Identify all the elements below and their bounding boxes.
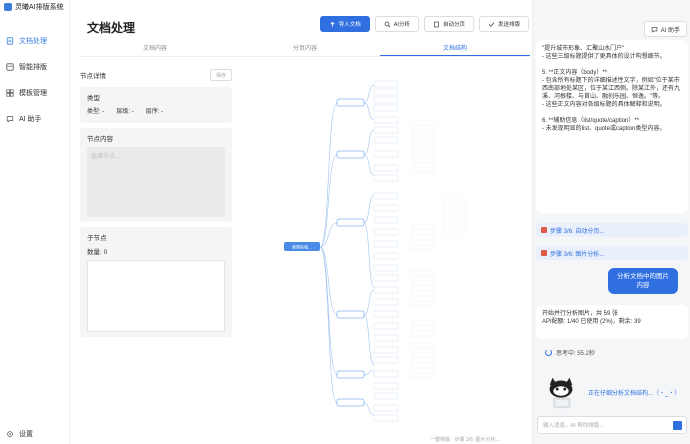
mindmap-level3-nodes[interactable] [411,124,435,379]
ai-message-text: 开始并行分析图片，共 59 张 API配额: 1/40 已使用 (2%)，剩余:… [542,311,641,325]
import-document-button[interactable]: 导入文档 [319,16,370,32]
app-logo-icon [4,3,12,11]
app-name: 灵曦AI排版系统 [15,4,64,11]
children-count: 数量: 0 [87,249,108,256]
children-card: 子节点 数量: 0 [80,227,232,337]
main-area: 文档处理 导入文档 AI分析 自动分页 发送排版 文档内容 分页内容 文档结构 … [70,0,532,444]
button-label: AI分析 [393,22,410,28]
chat-input[interactable]: 输入消息，AI 帮你排版... [537,416,687,434]
chat-icon [651,26,657,33]
loading-spinner-icon [545,349,552,356]
mascot-status-text: 正在仔细分析文档结构...（・_・） [588,391,681,397]
status-bar: 一键排版 · 步骤 3/6: 图片分析... [430,437,500,443]
sidebar-item-layout[interactable]: 智能排版 [0,58,69,76]
auto-paginate-button[interactable]: 自动分页 [423,16,474,32]
sidebar-item-templates[interactable]: 模板管理 [0,84,69,102]
sidebar-item-label: 文档处理 [19,38,47,45]
sidebar-nav: 文档处理 智能排版 模板管理 AI 助手 [0,32,69,128]
chat-icon [6,116,14,123]
children-list [87,260,225,332]
step-label: 步骤 3/6: 图片分析... [550,251,605,258]
sidebar-item-label: 模板管理 [19,90,47,97]
settings-button[interactable]: 设置 [6,428,33,440]
tab-page-content[interactable]: 分页内容 [230,43,380,56]
order-label: 层序: - [145,109,164,115]
content-card: 节点内容 选择节点... [80,128,232,222]
button-label: 发送排版 [497,22,520,28]
node-detail-title: 节点详情 [80,73,106,80]
step-label: 步骤 3/6: 自动分页... [550,228,605,235]
tab-bar: 文档内容 分页内容 文档结构 [80,43,530,57]
cat-mascot-icon [549,377,573,409]
structure-mindmap[interactable]: 原国际城… [282,75,517,425]
content-header: 节点内容 [87,136,113,143]
type-label: 类型: - [87,109,105,115]
send-icon[interactable] [673,421,682,430]
mindmap-level1-nodes[interactable] [336,98,365,407]
children-header: 子节点 [87,235,107,242]
sidebar-item-document[interactable]: 文档处理 [0,32,69,50]
brand: 灵曦AI排版系统 [0,0,69,14]
ai-assistant-button[interactable]: AI 助手 [643,21,687,37]
node-content-textarea[interactable]: 选择节点... [87,147,225,217]
document-icon [6,37,14,45]
mindmap-root-label: 原国际城… [292,244,312,250]
input-placeholder: 输入消息，AI 帮你排版... [543,423,604,429]
sidebar-item-label: 智能排版 [19,64,47,71]
button-label: 导入文档 [338,22,361,28]
sidebar-item-ai[interactable]: AI 助手 [0,110,69,128]
user-message: 分析文档中的图片内容 [608,268,678,294]
robot-icon [541,250,547,256]
page-title: 文档处理 [87,21,136,35]
mindmap-level4-nodes[interactable] [443,196,467,235]
upload-icon [330,21,335,27]
toolbar: 导入文档 AI分析 自动分页 发送排版 [319,16,529,32]
ai-message: "提升城市形象、汇聚山水门户" - 这些三级标题提供了更具体的设计构想细节。 5… [536,40,688,213]
step-indicator[interactable]: 步骤 3/6: 自动分页... [536,223,688,237]
pages-icon [434,21,439,27]
template-icon [6,89,14,97]
layout-icon [6,63,14,71]
ai-analyze-button[interactable]: AI分析 [374,16,419,32]
search-icon [384,21,391,27]
tab-document-content[interactable]: 文档内容 [80,43,230,56]
level-label: 层级: - [116,109,134,115]
ai-message: 开始并行分析图片，共 59 张 API配额: 1/40 已使用 (2%)，剩余:… [536,305,688,339]
save-button[interactable]: 保存 [210,69,232,81]
tab-document-structure[interactable]: 文档结构 [380,43,530,56]
ai-message-text: "提升城市形象、汇聚山水门户" - 这些三级标题提供了更具体的设计构想细节。 5… [542,46,681,132]
node-detail-panel: 节点详情 保存 类型 类型: - 层级: - 层序: - 节点内容 选择节点..… [80,68,232,337]
step-indicator[interactable]: 步骤 3/6: 图片分析... [536,246,688,260]
robot-icon [541,227,547,233]
thinking-label: 思考中: 55.2秒 [556,351,596,357]
type-card: 类型 类型: - 层级: - 层序: - [80,87,232,123]
send-layout-button[interactable]: 发送排版 [478,16,529,32]
button-label: AI 助手 [660,27,680,34]
thinking-indicator: 思考中: 55.2秒 [545,348,595,357]
mindmap-level2-nodes[interactable] [373,80,399,422]
gear-icon [7,431,13,437]
button-label: 自动分页 [442,22,465,28]
settings-label: 设置 [19,431,33,438]
type-header: 类型 [87,95,100,102]
ai-assistant-panel: AI 助手 "提升城市形象、汇聚山水门户" - 这些三级标题提供了更具体的设计构… [532,0,690,444]
sidebar-item-label: AI 助手 [19,116,42,123]
check-icon [488,21,495,27]
sidebar: 灵曦AI排版系统 文档处理 智能排版 模板管理 AI 助手 设置 [0,0,70,444]
mindmap-links [319,84,375,416]
